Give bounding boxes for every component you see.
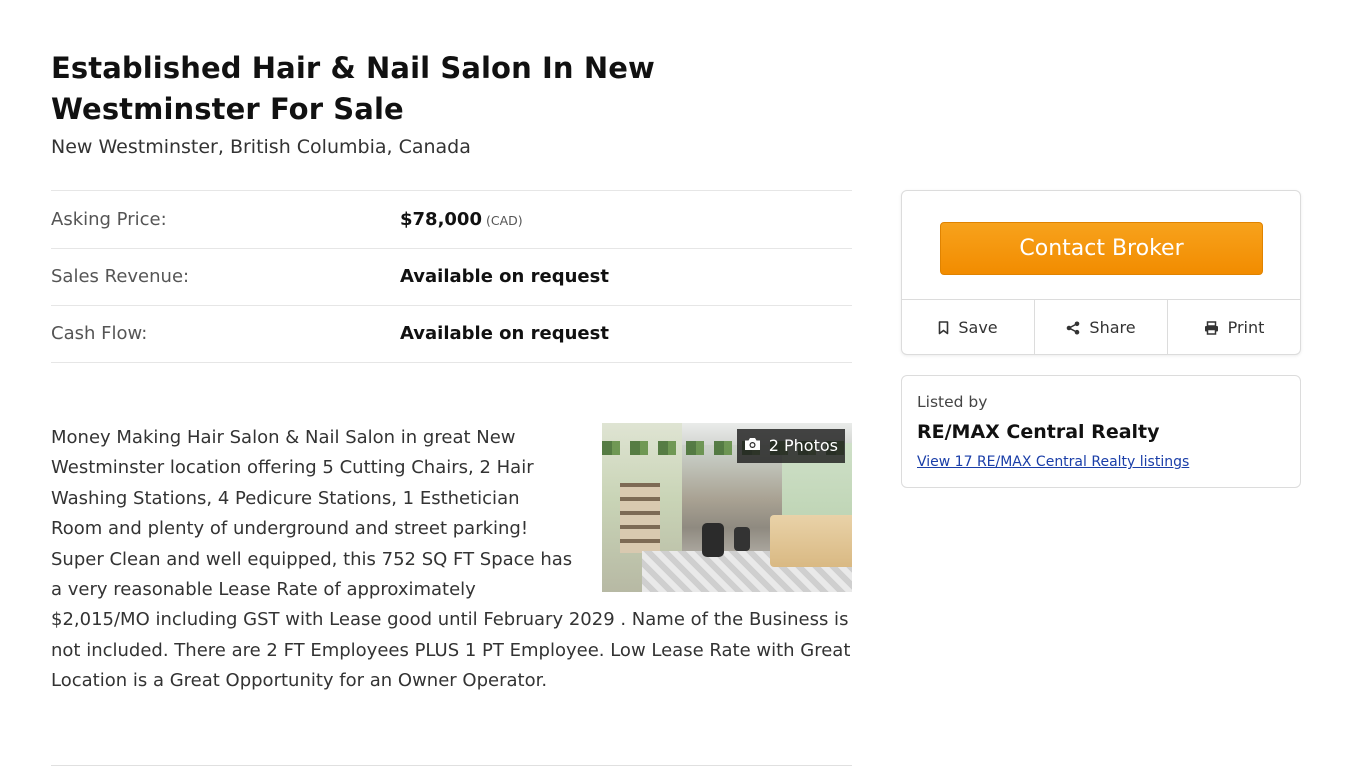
- photo-count-label: 2 Photos: [768, 435, 838, 455]
- sales-revenue-value: Available on request: [400, 266, 609, 288]
- financial-label: Asking Price:: [51, 208, 167, 230]
- camera-icon: [744, 431, 761, 461]
- bookmark-icon: [938, 320, 949, 335]
- share-button[interactable]: Share: [1034, 300, 1167, 355]
- share-label: Share: [1089, 318, 1136, 337]
- broker-name: RE/MAX Central Realty: [917, 421, 1160, 443]
- financial-row-asking-price: Asking Price: $78,000 (CAD): [51, 190, 852, 248]
- photo-chair: [702, 523, 724, 557]
- asking-price-amount: $78,000: [400, 208, 482, 230]
- listing-title: Established Hair & Nail Salon In New Wes…: [51, 51, 655, 126]
- print-icon: [1204, 320, 1219, 335]
- asking-price-currency: (CAD): [485, 212, 523, 228]
- save-label: Save: [958, 318, 998, 337]
- contact-broker-button[interactable]: Contact Broker: [940, 222, 1263, 275]
- photo-shelf: [620, 483, 660, 553]
- financials-table: Asking Price: $78,000 (CAD) Sales Revenue…: [51, 190, 852, 363]
- cash-flow-value: Available on request: [400, 323, 609, 345]
- financial-row-cash-flow: Cash Flow: Available on request: [51, 305, 852, 363]
- listing-description-section: 2 Photos Money Making Hair Salon & Nail …: [51, 423, 852, 697]
- financial-row-sales-revenue: Sales Revenue: Available on request: [51, 247, 852, 306]
- broker-listings-link[interactable]: View 17 RE/MAX Central Realty listings: [917, 454, 1189, 470]
- photo-sofa: [770, 515, 852, 567]
- broker-panel: Listed by RE/MAX Central Realty View 17 …: [901, 375, 1301, 488]
- listing-location: New Westminster, British Columbia, Canad…: [51, 136, 471, 158]
- section-divider: [51, 765, 852, 766]
- print-label: Print: [1227, 318, 1265, 337]
- photo-count-badge[interactable]: 2 Photos: [736, 429, 845, 463]
- contact-panel: Contact Broker Save Share Print: [901, 190, 1301, 355]
- listed-by-label: Listed by: [917, 393, 988, 411]
- photo-chair: [734, 527, 750, 551]
- share-icon: [1066, 321, 1080, 335]
- financial-label: Cash Flow:: [51, 323, 148, 345]
- print-button[interactable]: Print: [1167, 300, 1300, 355]
- asking-price-value: $78,000 (CAD): [400, 209, 523, 230]
- listing-photo[interactable]: 2 Photos: [602, 423, 852, 592]
- financial-label: Sales Revenue:: [51, 266, 190, 288]
- save-button[interactable]: Save: [902, 300, 1034, 355]
- listing-actions: Save Share Print: [902, 299, 1300, 355]
